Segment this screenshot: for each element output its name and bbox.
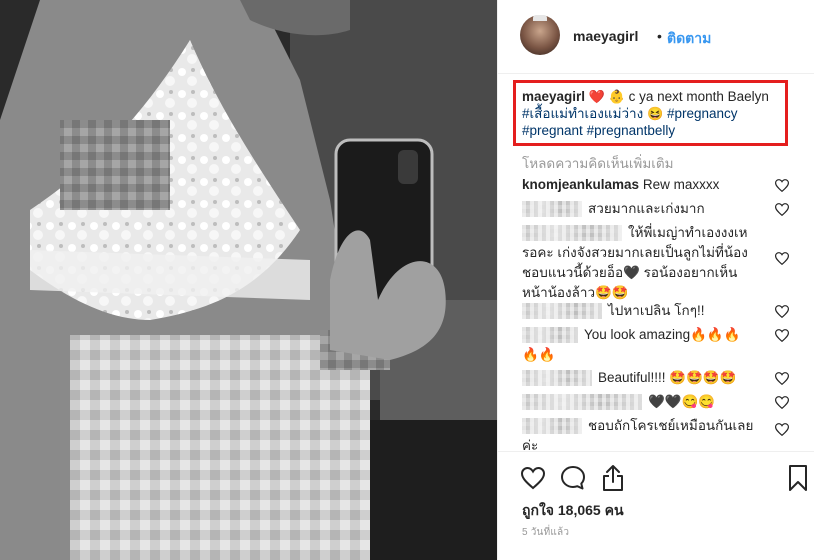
- post-header: maeyagirl • ติดตาม: [498, 0, 814, 74]
- blurred-username[interactable]: [522, 201, 582, 218]
- comment-like-icon[interactable]: [775, 252, 789, 265]
- comment-like-icon[interactable]: [775, 372, 789, 385]
- caption-text: c ya next month Baelyn: [624, 89, 769, 104]
- hashtag-pregnant[interactable]: #pregnant: [522, 123, 583, 138]
- blurred-username[interactable]: [522, 418, 582, 435]
- comment-item: ให้พี่เมญ่าทำเองงงเหรอคะ เก่งจังสวยมากเล…: [522, 223, 752, 303]
- comment-like-icon[interactable]: [775, 203, 789, 216]
- follow-button[interactable]: ติดตาม: [667, 28, 711, 50]
- avatar[interactable]: [520, 15, 560, 55]
- comment-text: Rew maxxxx: [642, 177, 720, 192]
- comment-item: knomjeankulamas Rew maxxxx: [522, 175, 762, 195]
- header-separator: •: [657, 28, 662, 44]
- comment-like-icon[interactable]: [775, 423, 789, 436]
- comment-like-icon[interactable]: [775, 305, 789, 318]
- likes-count[interactable]: ถูกใจ 18,065 คน: [522, 500, 624, 522]
- comment-text: สวยมากและเก่งมาก: [588, 201, 705, 216]
- heart-outline-icon[interactable]: [520, 466, 546, 490]
- post-timestamp[interactable]: 5 วันที่แล้ว: [522, 525, 569, 540]
- blurred-username[interactable]: [522, 225, 622, 242]
- crown-icon: [533, 15, 547, 21]
- hashtag-thai[interactable]: #เสื้อแม่ทำเองแม่ว่าง: [522, 106, 643, 121]
- laugh-emoji: 😆: [646, 106, 664, 121]
- blurred-username[interactable]: [522, 327, 578, 344]
- post-image: [0, 0, 497, 560]
- comment-username[interactable]: knomjeankulamas: [522, 177, 639, 192]
- hashtag-pregnantbelly[interactable]: #pregnantbelly: [587, 123, 676, 138]
- caption-emoji: ❤️ 👶: [588, 89, 625, 104]
- blurred-username[interactable]: [522, 303, 602, 320]
- header-username[interactable]: maeyagirl: [573, 28, 638, 44]
- hashtag-pregnancy[interactable]: #pregnancy: [667, 106, 738, 121]
- post-side-panel: maeyagirl • ติดตาม maeyagirl ❤️ 👶 c ya n…: [497, 0, 814, 560]
- comment-text: Beautiful!!!! 🤩🤩🤩🤩: [598, 370, 737, 385]
- load-more-comments[interactable]: โหลดความคิดเห็นเพิ่มเติม: [522, 152, 674, 174]
- comment-item: You look amazing🔥🔥🔥🔥🔥: [522, 325, 757, 365]
- speech-bubble-icon[interactable]: [560, 465, 586, 491]
- blurred-username[interactable]: [522, 370, 592, 387]
- comment-like-icon[interactable]: [775, 179, 789, 192]
- post-caption: maeyagirl ❤️ 👶 c ya next month Baelyn #เ…: [522, 88, 788, 139]
- comment-text: ไปหาเปลิน โกๆ!!: [608, 303, 705, 318]
- comment-like-icon[interactable]: [775, 396, 789, 409]
- bookmark-icon[interactable]: [787, 464, 809, 492]
- caption-username[interactable]: maeyagirl: [522, 89, 585, 104]
- post-photo-illustration: [0, 0, 497, 560]
- comment-item: Beautiful!!!! 🤩🤩🤩🤩: [522, 368, 762, 388]
- comment-text: 🖤🖤😋😋: [648, 394, 716, 409]
- comment-item: ไปหาเปลิน โกๆ!!: [522, 301, 762, 321]
- comment-item: สวยมากและเก่งมาก: [522, 199, 762, 219]
- comment-item: 🖤🖤😋😋: [522, 392, 762, 412]
- share-icon[interactable]: [600, 464, 626, 492]
- comment-item: ชอบถักโครเชย์เหมือนกันเลยค่ะ: [522, 416, 757, 456]
- comment-like-icon[interactable]: [775, 329, 789, 342]
- blurred-username[interactable]: [522, 394, 642, 411]
